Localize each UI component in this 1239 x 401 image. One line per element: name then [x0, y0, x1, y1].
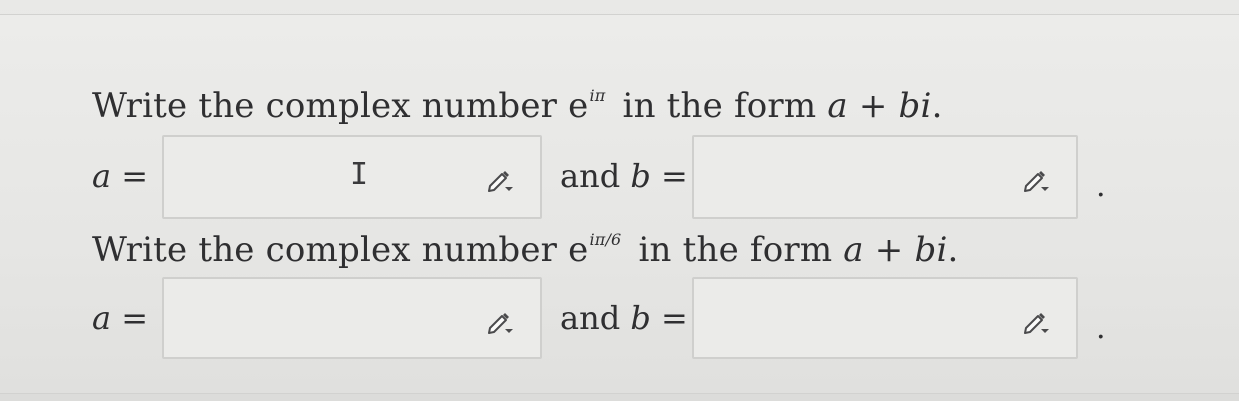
question-2-exponent: iπ/6 [589, 230, 622, 249]
pencil-dropdown-icon[interactable] [1022, 165, 1050, 193]
question-1-suffix: . [931, 86, 943, 126]
question-2-answer-row: a = and b = . [92, 277, 1192, 363]
question-2-form-bi: bi [914, 230, 948, 270]
question-1-answer-row: a = I and b = . [92, 135, 1192, 221]
pencil-dropdown-icon[interactable] [486, 307, 514, 335]
pencil-dropdown-icon[interactable] [486, 165, 514, 193]
question-2-suffix: . [947, 230, 959, 270]
answer-b-eq: = [650, 299, 688, 337]
answer-a-label: a = [92, 157, 149, 195]
end-period: . [1096, 169, 1106, 204]
answer-b-eq: = [650, 157, 688, 195]
answer-b-label: and b = [560, 157, 688, 195]
answer-b-and: and [560, 157, 631, 195]
answer-b-var: b [630, 299, 651, 337]
answer-a-label: a = [92, 299, 149, 337]
text-cursor-icon: I [350, 157, 369, 192]
end-period: . [1096, 311, 1106, 346]
answer-b-var: b [630, 157, 651, 195]
question-panel: Write the complex number eiπ in the form… [0, 14, 1239, 394]
answer-b-and: and [560, 299, 631, 337]
question-1-prefix: Write the complex number [92, 86, 569, 126]
question-1-form-a: a [827, 86, 848, 126]
answer-a-input[interactable]: I [162, 135, 542, 219]
question-1-form-bi: bi [898, 86, 932, 126]
question-2-form-a: a [843, 230, 864, 270]
answer-b-input[interactable] [692, 135, 1078, 219]
question-2-middle: in the form [627, 230, 844, 270]
question-1-exponent: iπ [589, 86, 606, 105]
answer-b-input[interactable] [692, 277, 1078, 359]
question-2-base: e [568, 230, 589, 270]
question-2-plus: + [863, 230, 915, 270]
question-2-prefix: Write the complex number [92, 230, 569, 270]
pencil-dropdown-icon[interactable] [1022, 307, 1050, 335]
question-2-prompt: Write the complex number eiπ/6 in the fo… [92, 230, 959, 270]
question-1-plus: + [847, 86, 899, 126]
question-1-middle: in the form [611, 86, 828, 126]
question-1-prompt: Write the complex number eiπ in the form… [92, 86, 943, 126]
question-1-base: e [568, 86, 589, 126]
answer-a-input[interactable] [162, 277, 542, 359]
answer-b-label: and b = [560, 299, 688, 337]
